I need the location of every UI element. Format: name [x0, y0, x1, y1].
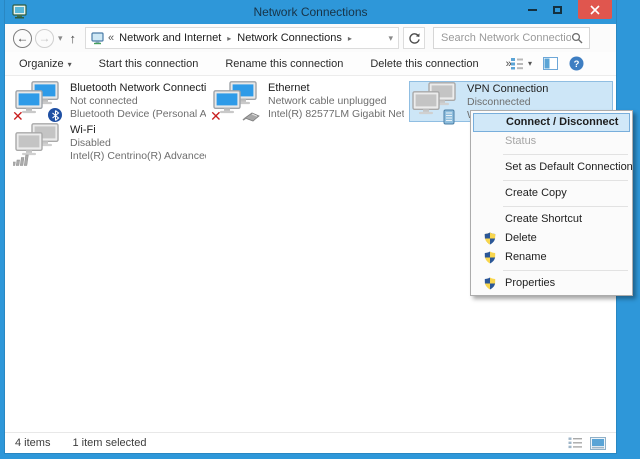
menu-item-label: Properties	[505, 277, 555, 289]
maximize-button[interactable]	[545, 0, 569, 19]
change-view-button[interactable]: ▾	[510, 57, 532, 70]
breadcrumb-root-chevron[interactable]: «	[108, 32, 114, 44]
breadcrumb-item-network-connections[interactable]: Network Connections	[237, 32, 342, 44]
connection-name: Wi-Fi	[70, 124, 206, 137]
connection-item-bluetooth[interactable]: ✕ Bluetooth Network Connection Not conne…	[13, 81, 206, 122]
details-view-button[interactable]	[568, 437, 583, 449]
organize-button[interactable]: Organize ▾	[19, 58, 72, 70]
refresh-icon	[408, 32, 421, 45]
address-dropdown-button[interactable]: ▾	[389, 33, 394, 44]
connection-name: Bluetooth Network Connection	[70, 82, 206, 95]
menu-item-label: Delete	[505, 232, 537, 244]
connection-name: Ethernet	[268, 82, 404, 95]
connection-status: Disabled	[70, 137, 206, 150]
breadcrumb-separator-icon[interactable]: ▸	[348, 34, 352, 43]
connection-item-wifi[interactable]: Wi-Fi Disabled Intel(R) Centrino(R) Adva…	[13, 123, 206, 164]
close-button[interactable]	[578, 0, 612, 19]
back-icon: ←	[17, 32, 29, 44]
forward-button[interactable]: →	[35, 29, 54, 48]
search-box	[433, 27, 590, 49]
menu-item-delete[interactable]: Delete	[473, 229, 630, 248]
command-bar: Organize ▾ Start this connection Rename t…	[5, 52, 616, 76]
menu-separator	[503, 154, 628, 155]
forward-icon: →	[39, 32, 51, 44]
vpn-connection-icon	[412, 82, 460, 122]
chevron-down-icon: ▾	[528, 59, 532, 68]
wifi-signal-icon	[13, 153, 30, 166]
uac-shield-icon	[484, 277, 496, 290]
large-icons-view-button[interactable]	[590, 437, 606, 450]
connection-status: Network cable unplugged	[268, 95, 404, 108]
command-bar-right: ▾ ?	[510, 56, 584, 71]
menu-item-create-copy[interactable]: Create Copy	[473, 184, 630, 203]
menu-item-set-default[interactable]: Set as Default Connection	[473, 158, 630, 177]
items-count: 4 items	[15, 437, 50, 449]
up-button[interactable]: ↑	[70, 31, 77, 46]
menu-separator	[503, 270, 628, 271]
wifi-connection-icon	[15, 123, 63, 163]
minimize-icon	[528, 9, 537, 11]
context-menu: Connect / Disconnect Status Set as Defau…	[470, 110, 633, 296]
start-connection-button[interactable]: Start this connection	[99, 58, 199, 70]
connection-device: Intel(R) Centrino(R) Advanced-N ...	[70, 150, 206, 163]
rename-connection-button[interactable]: Rename this connection	[225, 58, 343, 70]
uac-shield-icon	[484, 251, 496, 264]
chevron-down-icon: ▾	[58, 33, 63, 43]
connection-status: Disconnected	[467, 96, 548, 109]
refresh-button[interactable]	[403, 27, 425, 49]
change-view-icon	[510, 57, 524, 70]
menu-item-status: Status	[473, 132, 630, 151]
preview-pane-icon	[543, 57, 558, 70]
uac-shield-icon	[484, 232, 496, 245]
menu-item-connect-disconnect[interactable]: Connect / Disconnect	[473, 113, 630, 132]
close-icon	[590, 5, 600, 15]
help-button[interactable]: ?	[569, 56, 584, 71]
delete-connection-button[interactable]: Delete this connection	[370, 58, 478, 70]
search-input[interactable]	[441, 29, 571, 47]
ethernet-plug-icon	[242, 111, 261, 123]
disconnected-x-icon: ✕	[12, 109, 24, 123]
menu-item-rename[interactable]: Rename	[473, 248, 630, 267]
preview-pane-button[interactable]	[543, 57, 558, 70]
status-bar: 4 items 1 item selected	[5, 432, 616, 453]
recent-locations-button[interactable]: ▾	[58, 33, 63, 44]
organize-label: Organize	[19, 58, 64, 70]
desktop: { "glyphs": { "caret_down": "▾", "back_a…	[0, 0, 640, 459]
title-bar: Network Connections	[5, 0, 616, 24]
menu-separator	[503, 180, 628, 181]
bluetooth-connection-icon: ✕	[15, 81, 63, 121]
disconnected-x-icon: ✕	[210, 109, 222, 123]
location-icon	[91, 32, 105, 45]
svg-text:?: ?	[574, 59, 580, 70]
chevron-down-icon: ▾	[68, 60, 72, 69]
menu-item-label: Rename	[505, 251, 547, 263]
search-icon[interactable]	[571, 32, 584, 45]
breadcrumb[interactable]: « Network and Internet ▸ Network Connect…	[85, 27, 399, 49]
connection-item-ethernet[interactable]: ✕ Ethernet Network cable unplugged Intel…	[211, 81, 404, 122]
menu-item-create-shortcut[interactable]: Create Shortcut	[473, 210, 630, 229]
bluetooth-icon	[48, 108, 62, 122]
help-icon: ?	[569, 56, 584, 71]
connection-device: Bluetooth Device (Personal Area ...	[70, 108, 206, 121]
up-icon: ↑	[70, 31, 77, 46]
connection-status: Not connected	[70, 95, 206, 108]
breadcrumb-separator-icon[interactable]: ▸	[227, 34, 231, 43]
maximize-icon	[553, 6, 562, 14]
breadcrumb-item-network-and-internet[interactable]: Network and Internet	[119, 32, 221, 44]
vpn-device-icon	[443, 109, 455, 125]
connection-device: Intel(R) 82577LM Gigabit Network...	[268, 108, 404, 121]
menu-separator	[503, 206, 628, 207]
address-bar: ← → ▾ ↑ « Network and Internet ▸ Network…	[5, 24, 616, 52]
menu-item-properties[interactable]: Properties	[473, 274, 630, 293]
connection-name: VPN Connection	[467, 83, 548, 96]
back-button[interactable]: ←	[13, 29, 32, 48]
minimize-button[interactable]	[520, 0, 544, 19]
selection-count: 1 item selected	[72, 437, 146, 449]
ethernet-connection-icon: ✕	[213, 81, 261, 121]
